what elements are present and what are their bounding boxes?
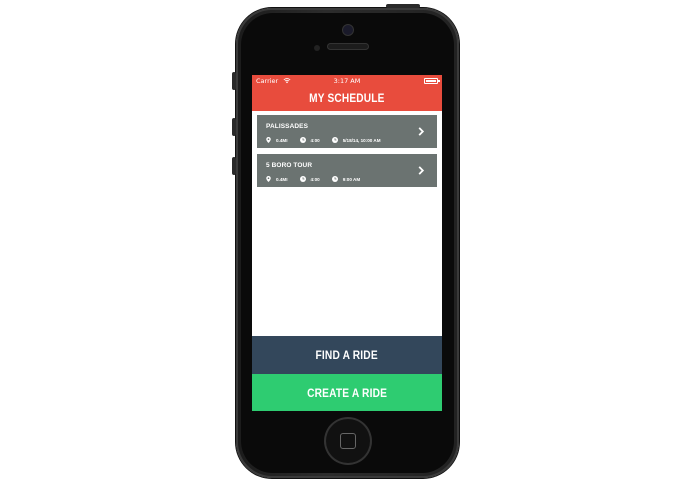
map-pin-icon	[266, 137, 271, 143]
ride-datetime: 9:00 AM	[342, 176, 361, 182]
app-screen: Carrier 3:17 AM MY SCHEDULE PALISSADES 0…	[252, 75, 442, 411]
ride-list-item[interactable]: 5 BORO TOUR 0.4MI 4:00 9:00 AM	[257, 154, 437, 187]
page-title: MY SCHEDULE	[309, 93, 385, 105]
volume-down-button	[232, 157, 236, 175]
ride-distance: 0.4MI	[276, 137, 288, 143]
chevron-right-icon[interactable]	[417, 166, 425, 175]
navigation-bar: MY SCHEDULE	[252, 87, 442, 111]
chevron-right-icon[interactable]	[417, 127, 425, 136]
status-bar: Carrier 3:17 AM	[252, 75, 442, 87]
clock-icon	[331, 176, 338, 182]
clock-icon	[299, 176, 306, 182]
ride-meta: 0.4MI 4:00 9:00 AM	[266, 176, 372, 182]
create-a-ride-label: CREATE A RIDE	[306, 385, 388, 400]
ride-duration: 4:00	[310, 137, 320, 143]
create-a-ride-button[interactable]: CREATE A RIDE	[252, 374, 442, 411]
ride-name: PALISSADES	[266, 123, 309, 130]
find-a-ride-button[interactable]: FIND A RIDE	[252, 336, 442, 374]
find-a-ride-label: FIND A RIDE	[315, 348, 379, 362]
power-button	[386, 4, 420, 8]
home-button[interactable]	[326, 419, 370, 463]
clock-icon	[299, 137, 306, 143]
ride-datetime: 5/18/14, 10:00 AM	[342, 137, 381, 143]
volume-up-button	[232, 118, 236, 136]
map-pin-icon	[266, 176, 271, 182]
earpiece-speaker	[327, 43, 369, 50]
proximity-sensor	[314, 45, 320, 51]
ride-list-item[interactable]: PALISSADES 0.4MI 4:00 5/18/14, 10:00 AM	[257, 115, 437, 148]
ride-duration: 4:00	[310, 176, 320, 182]
battery-icon	[424, 78, 440, 84]
status-time: 3:17 AM	[333, 77, 361, 85]
mute-switch	[232, 72, 236, 90]
front-camera	[343, 25, 353, 35]
ride-distance: 0.4MI	[276, 176, 288, 182]
clock-icon	[331, 137, 338, 143]
ride-meta: 0.4MI 4:00 5/18/14, 10:00 AM	[266, 137, 393, 143]
ride-name: 5 BORO TOUR	[266, 162, 313, 169]
